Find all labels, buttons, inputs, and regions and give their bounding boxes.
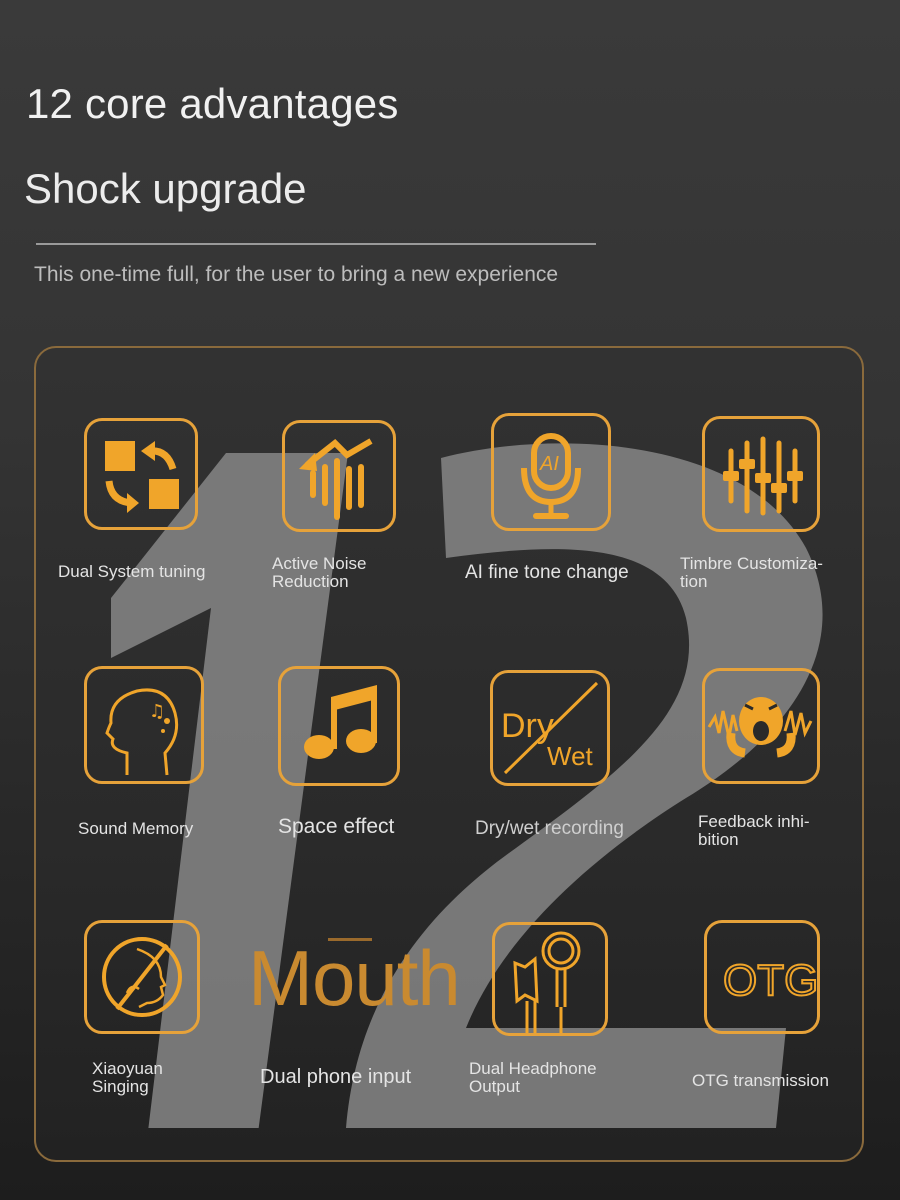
svg-text:AI: AI (539, 453, 559, 475)
svg-text:Wet: Wet (547, 741, 594, 771)
svg-text:♫: ♫ (149, 701, 165, 722)
feature-label: AI fine tone change (465, 562, 629, 583)
feature-label: Dual Headphone Output (469, 1059, 597, 1096)
feature-label: Sound Memory (78, 819, 194, 838)
feature-label: Feedback inhi- bition (698, 812, 810, 849)
otg-icon: OTG (704, 920, 820, 1034)
divider (36, 243, 596, 245)
ai-microphone-icon: AI (491, 413, 611, 531)
page-subtitle: Shock upgrade (24, 165, 307, 212)
features-panel: Dual System tuning Active Noise Reductio… (34, 346, 864, 1162)
mouth-text-icon: Mouth (248, 934, 461, 1022)
earphone-icon (492, 922, 608, 1036)
feature-label: Dual phone input (260, 1066, 412, 1088)
feature-label: Dual System tuning (58, 562, 206, 581)
feature-label: Xiaoyuan Singing (92, 1059, 163, 1096)
tagline: This one-time full, for the user to brin… (34, 263, 559, 286)
feature-label: Dry/wet recording (475, 818, 624, 839)
page-title: 12 core advantages (26, 80, 399, 127)
dry-wet-icon: Dry Wet (490, 670, 610, 786)
svg-text:Dry: Dry (501, 707, 554, 745)
noise-reduction-icon (282, 420, 396, 532)
feature-label: OTG transmission (692, 1071, 829, 1090)
feature-label: Timbre Customiza- tion (680, 554, 823, 591)
feedback-scream-icon (702, 668, 820, 784)
equalizer-sliders-icon (702, 416, 820, 532)
swap-squares-icon (84, 418, 198, 530)
feature-label: Active Noise Reduction (272, 554, 367, 591)
music-note-icon (278, 666, 400, 786)
no-singing-icon (84, 920, 200, 1034)
head-music-icon: ♫ (84, 666, 204, 784)
svg-text:OTG: OTG (723, 956, 817, 1005)
feature-label: Space effect (278, 815, 395, 838)
